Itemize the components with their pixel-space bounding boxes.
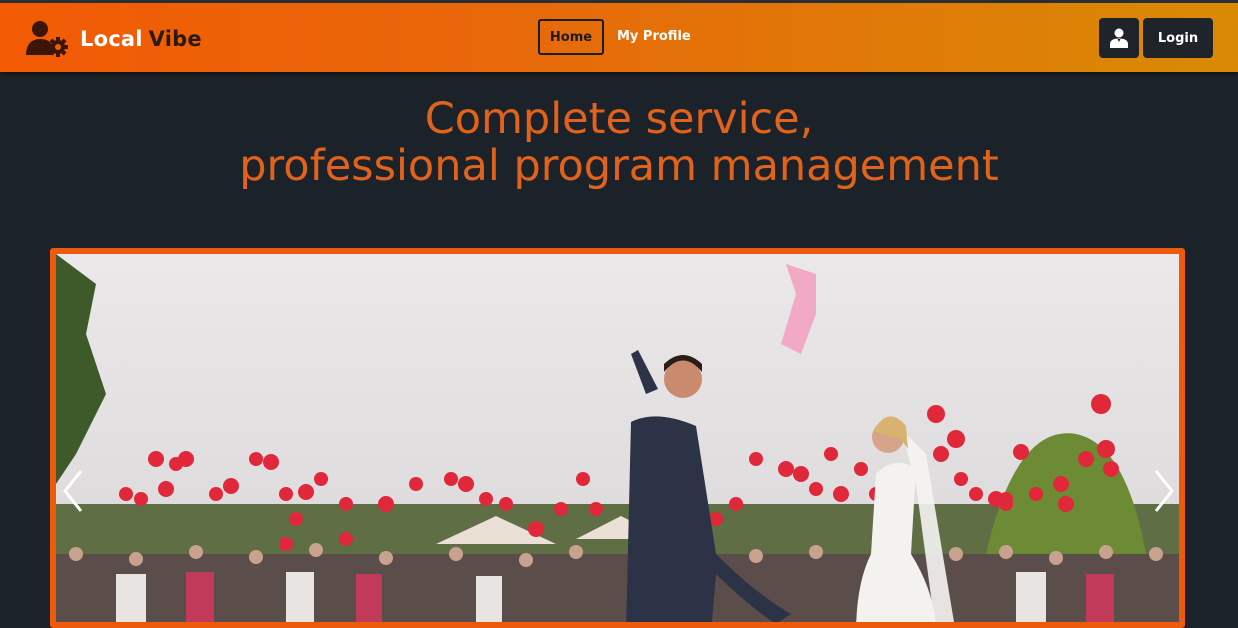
top-navbar: Local Vibe Home My Profile Login <box>0 0 1238 72</box>
chevron-left-icon <box>63 470 83 512</box>
chevron-right-icon <box>1154 470 1174 512</box>
user-gear-icon <box>26 21 68 57</box>
brand-name: Local Vibe <box>80 27 202 51</box>
user-icon <box>1110 28 1128 48</box>
hero-title: Complete service, professional program m… <box>0 96 1238 190</box>
brand-name-part2: Vibe <box>148 27 202 51</box>
carousel-prev-button[interactable] <box>58 466 88 516</box>
login-button[interactable]: Login <box>1143 18 1213 58</box>
hero-title-line1: Complete service, <box>424 94 814 144</box>
brand-logo[interactable]: Local Vibe <box>24 19 202 59</box>
user-account-button[interactable] <box>1099 18 1139 58</box>
nav-my-profile-link[interactable]: My Profile <box>617 29 691 44</box>
carousel-slide-image <box>56 254 1179 622</box>
hero-title-line2: professional program management <box>239 141 999 191</box>
carousel-next-button[interactable] <box>1149 466 1179 516</box>
brand-name-part1: Local <box>80 27 143 51</box>
nav-home-button[interactable]: Home <box>538 19 604 55</box>
image-carousel <box>50 248 1185 628</box>
